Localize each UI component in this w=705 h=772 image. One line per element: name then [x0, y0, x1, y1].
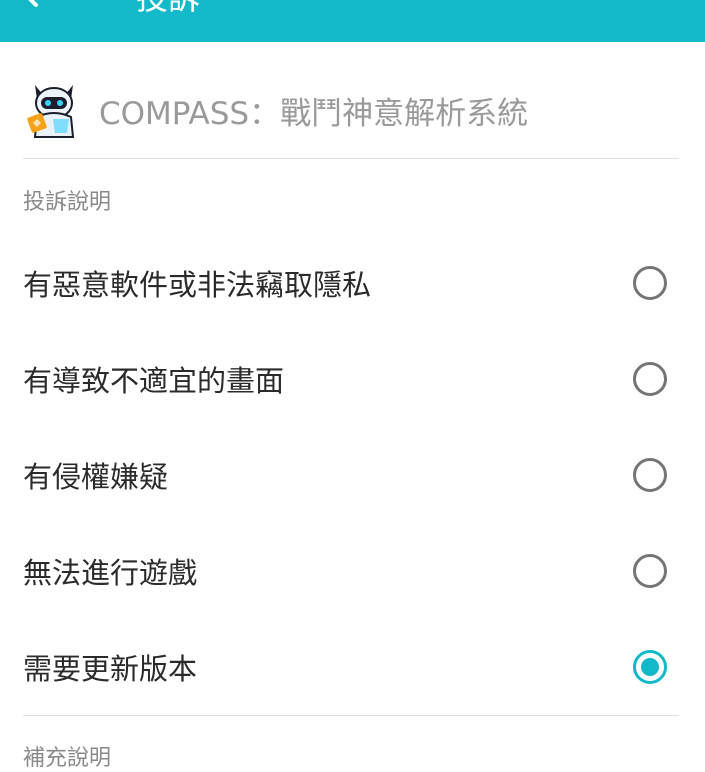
option-inappropriate-content[interactable]: 有導致不適宜的畫面: [23, 334, 679, 424]
radio-button[interactable]: [633, 554, 667, 588]
section-label-report: 投訴說明: [23, 190, 112, 215]
page-title: 投訴: [136, 0, 200, 16]
radio-button[interactable]: [633, 362, 667, 396]
top-app-bar: 投訴: [0, 0, 705, 42]
option-label: 無法進行遊戲: [23, 556, 198, 590]
option-label: 有惡意軟件或非法竊取隱私: [23, 268, 372, 302]
option-label: 有導致不適宜的畫面: [23, 364, 285, 398]
option-cannot-play[interactable]: 無法進行遊戲: [23, 526, 679, 616]
section-label-extra: 補充說明: [23, 746, 112, 771]
divider: [23, 715, 679, 716]
divider: [23, 158, 679, 159]
app-name: COMPASS：戰鬥神意解析系統: [99, 95, 529, 132]
arrow-back-icon[interactable]: [18, 0, 58, 14]
option-needs-update[interactable]: 需要更新版本: [23, 622, 679, 712]
radio-button[interactable]: [633, 650, 667, 684]
radio-button[interactable]: [633, 458, 667, 492]
option-label: 有侵權嫌疑: [23, 460, 169, 494]
option-malware[interactable]: 有惡意軟件或非法竊取隱私: [23, 238, 679, 328]
option-label: 需要更新版本: [23, 652, 198, 686]
app-info-row: COMPASS：戰鬥神意解析系統: [23, 78, 679, 142]
radio-button[interactable]: [633, 266, 667, 300]
option-infringement[interactable]: 有侵權嫌疑: [23, 430, 679, 520]
app-icon: [23, 79, 85, 141]
